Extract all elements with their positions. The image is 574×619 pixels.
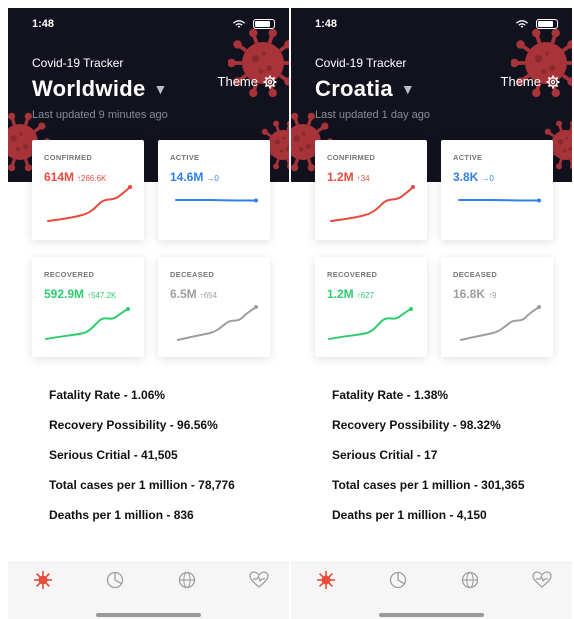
gear-icon: [263, 75, 277, 88]
country-name: Worldwide: [32, 76, 146, 101]
card-value: 14.6M: [170, 170, 204, 184]
screen-croatia: 1:48 Covid-19 Tracker Croatia ▼ Theme La…: [291, 8, 572, 619]
status-time: 1:48: [315, 18, 338, 30]
card-active[interactable]: ACTIVE 14.6M →0: [158, 140, 270, 240]
card-value: 1.2M: [327, 170, 354, 184]
sparkline-deceased: [177, 305, 258, 341]
card-delta: ↑34: [356, 174, 370, 183]
wifi-icon: [515, 20, 529, 28]
heart-pulse-icon: [249, 571, 269, 588]
stat-fatality-rate: Fatality Rate - 1.06%: [49, 388, 166, 402]
stat-deaths-per-million: Deaths per 1 million - 836: [49, 508, 194, 522]
sparkline-recovered: [328, 307, 413, 340]
screen-worldwide: 1:48 Covid-19 Tracker Worldwide ▼ Theme: [8, 8, 289, 619]
stats-list: Fatality Rate - 1.06% Recovery Possibili…: [49, 388, 235, 538]
tab-statistics[interactable]: [387, 569, 409, 591]
card-value: 3.8K: [453, 170, 479, 184]
card-delta: ↑266.6K: [77, 174, 107, 183]
pie-chart-icon: [389, 571, 407, 589]
stat-total-cases-per-million: Total cases per 1 million - 78,776: [49, 478, 235, 492]
tab-countries[interactable]: [176, 569, 198, 591]
card-value: 592.9M: [44, 287, 85, 301]
card-value: 16.8K: [453, 287, 486, 301]
heart-pulse-icon: [532, 571, 552, 588]
theme-label: Theme: [217, 74, 258, 89]
card-label: RECOVERED: [44, 270, 95, 279]
stat-deaths-per-million: Deaths per 1 million - 4,150: [332, 508, 487, 522]
card-label: DECEASED: [170, 270, 215, 279]
home-indicator[interactable]: [96, 613, 201, 617]
card-deceased[interactable]: DECEASED 6.5M ↑654: [158, 257, 270, 357]
card-delta: ↑627: [356, 291, 375, 300]
stat-recovery-possibility: Recovery Possibility - 96.56%: [49, 418, 218, 432]
card-value: 614M: [44, 170, 75, 184]
tab-home[interactable]: [32, 569, 54, 591]
country-selector[interactable]: Worldwide ▼: [32, 76, 167, 102]
card-value: 6.5M: [170, 287, 197, 301]
card-label: ACTIVE: [453, 153, 483, 162]
status-time: 1:48: [32, 18, 55, 30]
tab-health[interactable]: [248, 569, 270, 591]
stat-serious-critical: Serious Critial - 41,505: [49, 448, 178, 462]
card-value: 1.2M: [327, 287, 354, 301]
theme-label: Theme: [500, 74, 541, 89]
country-selector[interactable]: Croatia ▼: [315, 76, 415, 102]
app-title: Covid-19 Tracker: [32, 56, 124, 70]
caret-down-icon: ▼: [400, 81, 415, 97]
tab-bar: [8, 562, 289, 619]
country-name: Croatia: [315, 76, 393, 101]
card-confirmed[interactable]: CONFIRMED 1.2M ↑34: [315, 140, 427, 240]
card-delta: →0: [481, 174, 494, 183]
card-delta: ↑654: [199, 291, 218, 300]
stat-total-cases-per-million: Total cases per 1 million - 301,365: [332, 478, 525, 492]
card-label: RECOVERED: [327, 270, 378, 279]
stat-fatality-rate: Fatality Rate - 1.38%: [332, 388, 449, 402]
card-recovered[interactable]: RECOVERED 1.2M ↑627: [315, 257, 427, 357]
card-delta: →0: [206, 174, 219, 183]
stat-serious-critical: Serious Critial - 17: [332, 448, 438, 462]
tab-countries[interactable]: [459, 569, 481, 591]
theme-button[interactable]: Theme: [218, 74, 277, 89]
globe-icon: [178, 571, 196, 589]
sparkline-deceased: [460, 305, 541, 341]
card-label: CONFIRMED: [44, 153, 93, 162]
gear-icon: [546, 75, 560, 88]
stats-list: Fatality Rate - 1.38% Recovery Possibili…: [332, 388, 525, 538]
card-active[interactable]: ACTIVE 3.8K →0: [441, 140, 553, 240]
card-label: CONFIRMED: [327, 153, 376, 162]
sparkline-active: [458, 198, 541, 203]
app-title: Covid-19 Tracker: [315, 56, 407, 70]
last-updated: Last updated 1 day ago: [315, 109, 430, 121]
card-delta: ↑547.2K: [87, 291, 117, 300]
card-confirmed[interactable]: CONFIRMED 614M ↑266.6K: [32, 140, 144, 240]
tab-statistics[interactable]: [104, 569, 126, 591]
tab-health[interactable]: [531, 569, 553, 591]
card-delta: ↑9: [488, 291, 497, 300]
sparkline-active: [175, 198, 258, 203]
virus-icon: [317, 571, 335, 589]
tab-home[interactable]: [315, 569, 337, 591]
virus-icon: [34, 571, 52, 589]
card-deceased[interactable]: DECEASED 16.8K ↑9: [441, 257, 553, 357]
home-indicator[interactable]: [379, 613, 484, 617]
sparkline-confirmed: [47, 185, 132, 222]
card-label: ACTIVE: [170, 153, 200, 162]
theme-button[interactable]: Theme: [501, 74, 560, 89]
caret-down-icon: ▼: [153, 81, 168, 97]
stat-recovery-possibility: Recovery Possibility - 98.32%: [332, 418, 501, 432]
sparkline-confirmed: [330, 185, 415, 222]
card-recovered[interactable]: RECOVERED 592.9M ↑547.2K: [32, 257, 144, 357]
last-updated: Last updated 9 minutes ago: [32, 109, 168, 121]
globe-icon: [461, 571, 479, 589]
wifi-icon: [232, 20, 246, 28]
pie-chart-icon: [106, 571, 124, 589]
sparkline-recovered: [45, 307, 130, 340]
card-label: DECEASED: [453, 270, 498, 279]
tab-bar: [291, 562, 572, 619]
